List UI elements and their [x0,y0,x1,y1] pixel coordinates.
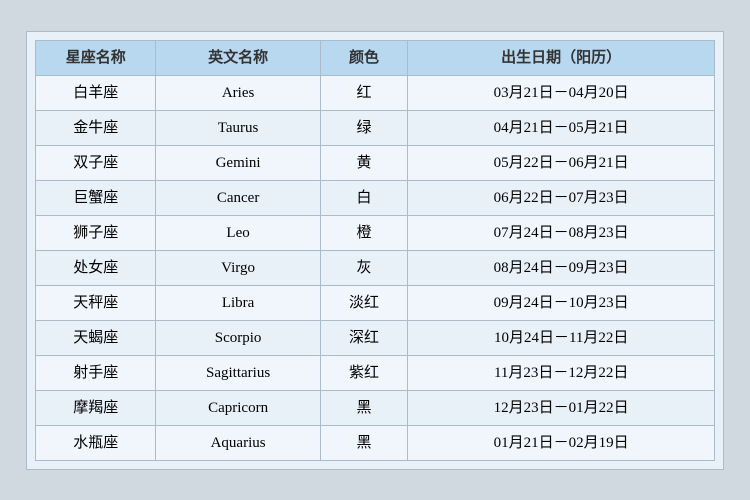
header-cn: 星座名称 [36,40,156,75]
cell-cn: 天蝎座 [36,320,156,355]
cell-color: 橙 [320,215,408,250]
table-header-row: 星座名称 英文名称 颜色 出生日期（阳历） [36,40,715,75]
cell-cn: 处女座 [36,250,156,285]
cell-en: Taurus [156,110,320,145]
cell-cn: 双子座 [36,145,156,180]
header-date: 出生日期（阳历） [408,40,715,75]
cell-en: Leo [156,215,320,250]
cell-date: 03月21日－04月20日 [408,75,715,110]
table-row: 双子座Gemini黄05月22日－06月21日 [36,145,715,180]
table-row: 天秤座Libra淡红09月24日－10月23日 [36,285,715,320]
cell-color: 黑 [320,390,408,425]
cell-cn: 摩羯座 [36,390,156,425]
cell-date: 07月24日－08月23日 [408,215,715,250]
cell-color: 黄 [320,145,408,180]
cell-en: Virgo [156,250,320,285]
cell-en: Sagittarius [156,355,320,390]
cell-cn: 白羊座 [36,75,156,110]
table-row: 白羊座Aries红03月21日－04月20日 [36,75,715,110]
header-en: 英文名称 [156,40,320,75]
cell-cn: 狮子座 [36,215,156,250]
cell-date: 09月24日－10月23日 [408,285,715,320]
cell-color: 绿 [320,110,408,145]
cell-cn: 巨蟹座 [36,180,156,215]
table-row: 摩羯座Capricorn黑12月23日－01月22日 [36,390,715,425]
cell-date: 06月22日－07月23日 [408,180,715,215]
cell-en: Scorpio [156,320,320,355]
cell-cn: 水瓶座 [36,425,156,460]
cell-en: Cancer [156,180,320,215]
cell-color: 白 [320,180,408,215]
cell-date: 01月21日－02月19日 [408,425,715,460]
cell-date: 05月22日－06月21日 [408,145,715,180]
cell-color: 红 [320,75,408,110]
cell-date: 10月24日－11月22日 [408,320,715,355]
table-row: 射手座Sagittarius紫红11月23日－12月22日 [36,355,715,390]
cell-color: 淡红 [320,285,408,320]
table-row: 狮子座Leo橙07月24日－08月23日 [36,215,715,250]
cell-en: Aquarius [156,425,320,460]
cell-color: 紫红 [320,355,408,390]
cell-cn: 金牛座 [36,110,156,145]
cell-date: 11月23日－12月22日 [408,355,715,390]
zodiac-table: 星座名称 英文名称 颜色 出生日期（阳历） 白羊座Aries红03月21日－04… [35,40,715,461]
cell-cn: 天秤座 [36,285,156,320]
table-row: 天蝎座Scorpio深红10月24日－11月22日 [36,320,715,355]
table-row: 处女座Virgo灰08月24日－09月23日 [36,250,715,285]
zodiac-table-container: 星座名称 英文名称 颜色 出生日期（阳历） 白羊座Aries红03月21日－04… [26,31,724,470]
cell-en: Gemini [156,145,320,180]
cell-date: 12月23日－01月22日 [408,390,715,425]
cell-date: 08月24日－09月23日 [408,250,715,285]
table-row: 金牛座Taurus绿04月21日－05月21日 [36,110,715,145]
cell-en: Aries [156,75,320,110]
cell-color: 黑 [320,425,408,460]
table-row: 水瓶座Aquarius黑01月21日－02月19日 [36,425,715,460]
cell-color: 灰 [320,250,408,285]
table-row: 巨蟹座Cancer白06月22日－07月23日 [36,180,715,215]
cell-cn: 射手座 [36,355,156,390]
header-color: 颜色 [320,40,408,75]
cell-date: 04月21日－05月21日 [408,110,715,145]
cell-en: Libra [156,285,320,320]
cell-color: 深红 [320,320,408,355]
cell-en: Capricorn [156,390,320,425]
